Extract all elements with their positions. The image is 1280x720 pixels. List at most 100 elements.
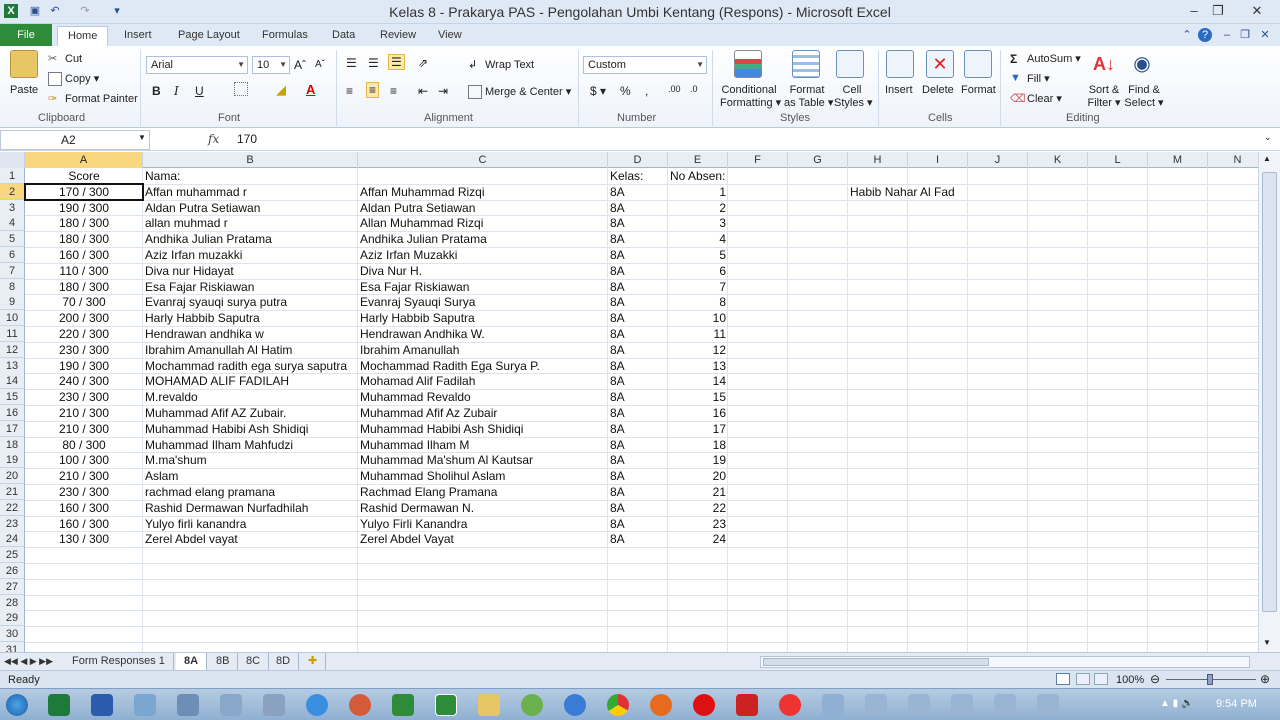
sort-filter-button[interactable]: Sort & Filter ▾ <box>1086 84 1122 109</box>
sheet-tab-8d[interactable]: 8D <box>268 653 300 671</box>
cell-header-absen[interactable]: No Absen: <box>668 168 728 184</box>
align-right-icon[interactable]: ≡ <box>390 84 397 98</box>
cell-nama-fixed[interactable]: Yulyo Firli Kanandra <box>358 516 608 532</box>
sheet-tab-8b[interactable]: 8B <box>208 653 239 671</box>
insert-sheet-icon[interactable]: ✚ <box>300 653 327 671</box>
cell-nama[interactable]: Muhammad Habibi Ash Shidiqi <box>143 421 358 437</box>
autosum-button[interactable]: Σ AutoSum ▾ <box>1010 52 1081 66</box>
cell-kelas[interactable]: 8A <box>608 215 668 231</box>
align-bottom-icon[interactable]: ☰ <box>388 54 405 70</box>
doc-restore-icon[interactable]: ❐ <box>1238 28 1252 42</box>
copy-button[interactable]: Copy ▾ <box>48 72 99 87</box>
row-header-27[interactable]: 27 <box>0 578 25 595</box>
taskbar-app-icon[interactable] <box>865 694 887 716</box>
row-header-1[interactable]: 1 <box>0 168 25 184</box>
cell-absen[interactable]: 3 <box>668 215 728 231</box>
sort-filter-icon[interactable]: A↓ <box>1090 50 1118 78</box>
cell-nama[interactable]: Mochammad radith ega surya saputra <box>143 358 358 374</box>
taskbar-app-icon[interactable] <box>779 694 801 716</box>
normal-view-icon[interactable] <box>1056 673 1070 685</box>
cell-kelas[interactable]: 8A <box>608 342 668 358</box>
cell-nama[interactable]: allan muhmad r <box>143 215 358 231</box>
fill-button[interactable]: ▼ Fill ▾ <box>1010 72 1050 86</box>
row-header-26[interactable]: 26 <box>0 563 25 579</box>
column-header-c[interactable]: C <box>358 152 608 168</box>
align-left-icon[interactable]: ≡ <box>346 84 353 98</box>
minimize-button[interactable]: – <box>1183 2 1205 20</box>
worksheet-grid[interactable]: ABCDEFGHIJKLMN 1 2 3 4 5 6 7 8 9 10 11 12 13 14 15 16 17… <box>0 152 1258 652</box>
cell-nama[interactable]: Harly Habbib Saputra <box>143 310 358 326</box>
column-header-g[interactable]: G <box>788 152 848 168</box>
doc-close-icon[interactable]: ✕ <box>1258 28 1272 42</box>
cell-nama-fixed[interactable]: Harly Habbib Saputra <box>358 310 608 326</box>
shrink-font-icon[interactable]: Aˇ <box>315 59 325 70</box>
cell-kelas[interactable]: 8A <box>608 326 668 342</box>
cell-score[interactable]: 110 / 300 <box>25 263 143 279</box>
cell-score[interactable]: 190 / 300 <box>25 200 143 216</box>
format-as-table-button[interactable]: Format as Table ▾ <box>784 84 833 109</box>
cell-kelas[interactable]: 8A <box>608 500 668 516</box>
cell-nama[interactable]: Muhammad Ilham Mahfudzi <box>143 437 358 453</box>
name-box[interactable]: A2 <box>0 130 150 150</box>
cell-score[interactable]: 210 / 300 <box>25 405 143 421</box>
cell-kelas[interactable]: 8A <box>608 484 668 500</box>
cell-absen[interactable]: 5 <box>668 247 728 263</box>
delete-cells-icon[interactable]: ✕ <box>926 50 954 78</box>
row-header-22[interactable]: 22 <box>0 499 25 516</box>
cell-nama-fixed[interactable]: Hendrawan Andhika W. <box>358 326 608 342</box>
insert-function-icon[interactable]: fx <box>208 132 219 146</box>
sheet-tab-8c[interactable]: 8C <box>238 653 270 671</box>
row-header-11[interactable]: 11 <box>0 326 25 342</box>
cell-nama[interactable]: Evanraj syauqi surya putra <box>143 294 358 310</box>
cell-absen[interactable]: 4 <box>668 231 728 247</box>
cell-nama[interactable]: Esa Fajar Riskiawan <box>143 279 358 295</box>
tab-file[interactable]: File <box>0 24 52 46</box>
ribbon-minimize-icon[interactable]: ⌃ <box>1180 28 1194 42</box>
cell-nama[interactable]: M.revaldo <box>143 389 358 405</box>
scroll-thumb[interactable] <box>1262 172 1277 612</box>
vertical-scrollbar[interactable]: ▲ ▼ <box>1258 152 1280 652</box>
column-header-k[interactable]: K <box>1028 152 1088 168</box>
cell-header-nama[interactable]: Nama: <box>143 168 358 184</box>
cell-header-kelas[interactable]: Kelas: <box>608 168 668 184</box>
font-size-combo[interactable]: 10 ▼ <box>252 56 290 74</box>
tab-view[interactable]: View <box>436 26 464 46</box>
row-header-13[interactable]: 13 <box>0 357 25 374</box>
format-cells-icon[interactable] <box>964 50 992 78</box>
decrease-decimal-icon[interactable]: .0 <box>690 84 698 94</box>
merge-center-button[interactable]: Merge & Center ▾ <box>468 85 571 100</box>
column-header-f[interactable]: F <box>728 152 788 168</box>
row-header-20[interactable]: 20 <box>0 468 25 485</box>
cell-nama-fixed[interactable]: Ibrahim Amanullah <box>358 342 608 358</box>
cell-score[interactable]: 190 / 300 <box>25 358 143 374</box>
row-header-5[interactable]: 5 <box>0 231 25 248</box>
cell-score[interactable]: 160 / 300 <box>25 516 143 532</box>
cell-nama-fixed[interactable]: Zerel Abdel Vayat <box>358 531 608 547</box>
paste-icon[interactable] <box>10 50 38 78</box>
cell-absen[interactable]: 8 <box>668 294 728 310</box>
cell-absen[interactable]: 11 <box>668 326 728 342</box>
tray-icons[interactable]: ▲ ▮ 🔊 <box>1160 698 1193 709</box>
column-header-j[interactable]: J <box>968 152 1028 168</box>
zoom-slider-thumb[interactable] <box>1207 674 1213 685</box>
conditional-formatting-button[interactable]: Conditional Formatting ▾ <box>720 84 781 109</box>
row-header-7[interactable]: 7 <box>0 262 25 279</box>
cell-absen[interactable]: 20 <box>668 468 728 484</box>
cell-absen[interactable]: 10 <box>668 310 728 326</box>
cell-kelas[interactable]: 8A <box>608 468 668 484</box>
cell-kelas[interactable]: 8A <box>608 294 668 310</box>
cell-absen[interactable]: 15 <box>668 389 728 405</box>
cell-nama[interactable]: Hendrawan andhika w <box>143 326 358 342</box>
row-header-28[interactable]: 28 <box>0 594 25 611</box>
zoom-out-icon[interactable]: ⊖ <box>1150 672 1160 686</box>
cell-kelas[interactable]: 8A <box>608 279 668 295</box>
select-all-corner[interactable] <box>0 152 25 168</box>
cell-kelas[interactable]: 8A <box>608 310 668 326</box>
cell-nama[interactable]: Diva nur Hidayat <box>143 263 358 279</box>
row-header-16[interactable]: 16 <box>0 405 25 421</box>
cell-nama[interactable]: Aldan Putra Setiawan <box>143 200 358 216</box>
column-header-a[interactable]: A <box>25 152 143 168</box>
cell-nama-fixed[interactable]: Muhammad Ilham M <box>358 437 608 453</box>
taskbar-app-icon[interactable] <box>1037 694 1059 716</box>
cell-kelas[interactable]: 8A <box>608 421 668 437</box>
